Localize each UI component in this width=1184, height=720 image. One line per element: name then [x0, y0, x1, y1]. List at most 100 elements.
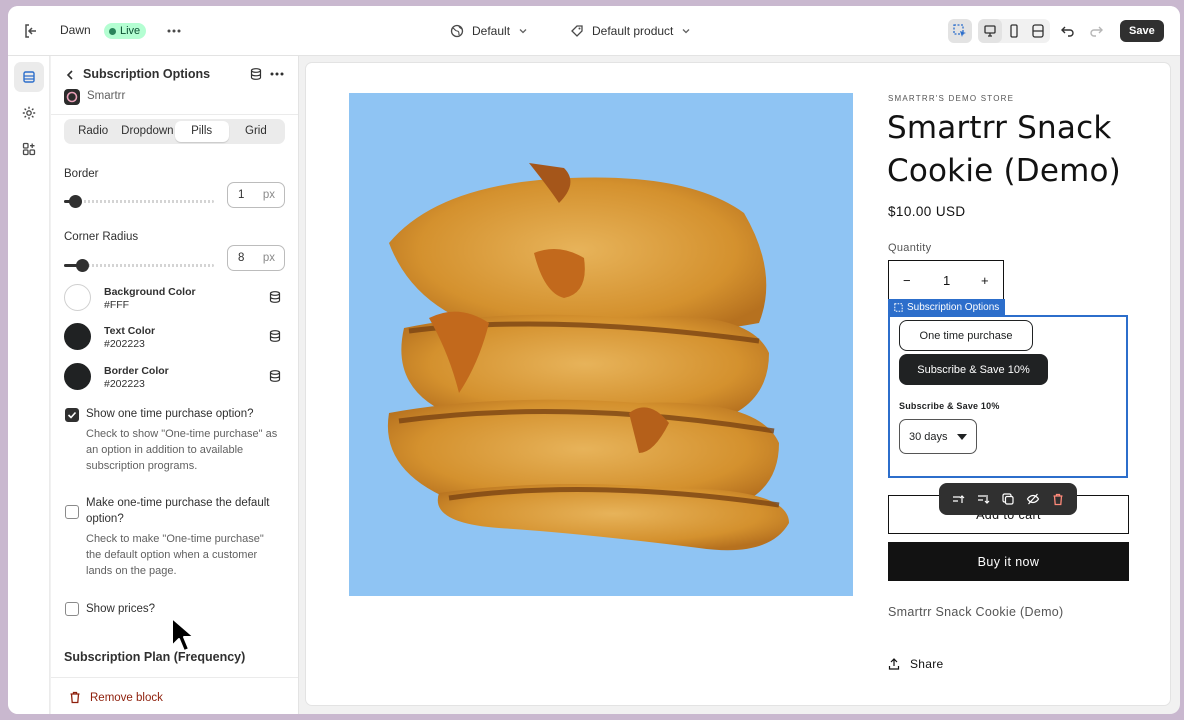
smartrr-app-icon — [64, 89, 80, 105]
quantity-label: Quantity — [888, 242, 932, 254]
tab-grid[interactable]: Grid — [229, 121, 283, 142]
tab-dropdown[interactable]: Dropdown — [120, 121, 174, 142]
quantity-stepper[interactable]: − 1 + — [888, 260, 1004, 300]
quantity-value[interactable]: 1 — [943, 273, 950, 288]
color-label: Text Color — [104, 325, 156, 337]
database-icon[interactable] — [268, 290, 282, 304]
color-label: Background Color — [104, 286, 196, 298]
product-image[interactable] — [349, 93, 853, 596]
divider — [51, 114, 298, 115]
border-color-setting[interactable]: Border Color #202223 — [64, 363, 286, 393]
product-price: $10.00 USD — [888, 204, 966, 219]
save-button[interactable]: Save — [1120, 20, 1164, 42]
database-icon[interactable] — [268, 329, 282, 343]
theme-editor-window: Dawn Live Default Default product Save S… — [8, 6, 1180, 714]
gear-icon[interactable] — [14, 98, 44, 128]
live-badge: Live — [104, 23, 147, 39]
show-one-time-checkbox[interactable] — [65, 408, 79, 422]
store-name: SMARTRR'S DEMO STORE — [888, 94, 1015, 103]
move-up-icon[interactable] — [950, 491, 966, 507]
undo-icon[interactable] — [1058, 21, 1078, 41]
panel-title: Subscription Options — [83, 67, 211, 81]
more-options-icon[interactable] — [164, 21, 184, 41]
buy-it-now-button[interactable]: Buy it now — [888, 542, 1129, 581]
chevron-down-icon — [682, 29, 690, 34]
tab-pills[interactable]: Pills — [174, 121, 229, 142]
color-value: #FFF — [104, 299, 130, 311]
slider-handle[interactable] — [68, 195, 82, 208]
plan-heading: Subscribe & Save 10% — [899, 401, 1000, 411]
mobile-view-icon[interactable] — [1002, 19, 1026, 43]
trash-icon — [70, 691, 80, 704]
unit-label: px — [262, 189, 275, 201]
block-floating-toolbar — [939, 483, 1077, 515]
move-down-icon[interactable] — [975, 491, 991, 507]
globe-icon — [450, 24, 464, 38]
tab-radio[interactable]: Radio — [66, 121, 120, 142]
selection-icon — [894, 302, 903, 312]
section-heading: Subscription Plan (Frequency) — [64, 650, 246, 664]
checkbox-help-text: Check to show "One-time purchase" as an … — [86, 428, 278, 472]
mouse-cursor-icon — [170, 616, 196, 654]
slider-handle[interactable] — [76, 259, 89, 272]
sections-icon[interactable] — [14, 62, 44, 92]
trash-icon[interactable] — [1050, 491, 1066, 507]
inspector-select-icon[interactable] — [948, 19, 972, 43]
frequency-select[interactable]: 30 days — [899, 419, 977, 454]
live-badge-label: Live — [120, 25, 141, 37]
share-button[interactable]: Share — [888, 657, 944, 671]
template-selector[interactable]: Default — [450, 21, 528, 41]
corner-radius-input[interactable]: 8 px — [227, 245, 285, 271]
more-options-icon[interactable] — [269, 67, 285, 81]
corner-radius-value: 8 — [238, 252, 245, 264]
background-color-setting[interactable]: Background Color #FFF — [64, 284, 286, 314]
show-prices-checkbox[interactable] — [65, 602, 79, 616]
one-time-purchase-pill[interactable]: One time purchase — [899, 320, 1033, 351]
corner-radius-slider[interactable] — [64, 259, 214, 272]
checkmark-icon — [67, 411, 77, 419]
color-swatch[interactable] — [64, 323, 91, 350]
checkbox-help-text: Check to make "One-time purchase" the de… — [86, 533, 264, 577]
tag-icon — [571, 25, 583, 37]
fullscreen-view-icon[interactable] — [1026, 19, 1050, 43]
share-label: Share — [910, 657, 944, 671]
redo-icon[interactable] — [1086, 21, 1106, 41]
product-selector-label: Default product — [592, 24, 674, 38]
color-swatch[interactable] — [64, 363, 91, 390]
device-preview-group — [978, 19, 1050, 43]
color-swatch[interactable] — [64, 284, 91, 311]
hide-icon[interactable] — [1025, 491, 1041, 507]
checkbox-label[interactable]: Show one time purchase option? — [86, 406, 282, 422]
border-slider[interactable] — [64, 195, 214, 208]
sidebar-rail — [8, 56, 50, 714]
database-icon[interactable] — [268, 369, 282, 383]
decrease-quantity-button[interactable]: − — [903, 273, 911, 288]
exit-icon[interactable] — [22, 22, 40, 40]
default-one-time-checkbox[interactable] — [65, 505, 79, 519]
text-color-setting[interactable]: Text Color #202223 — [64, 323, 286, 353]
border-width-value: 1 — [238, 189, 245, 201]
block-tag-label: Subscription Options — [907, 301, 1000, 313]
subscription-options-block[interactable]: One time purchase Subscribe & Save 10% S… — [888, 315, 1128, 478]
desktop-view-icon[interactable] — [978, 19, 1002, 43]
increase-quantity-button[interactable]: + — [981, 273, 989, 288]
border-label: Border — [64, 168, 99, 180]
view-controls — [948, 19, 1050, 43]
database-icon[interactable] — [249, 67, 263, 81]
corner-radius-label: Corner Radius — [64, 231, 139, 243]
apps-icon[interactable] — [14, 134, 44, 164]
back-arrow-icon[interactable] — [63, 68, 77, 82]
block-selection-tag[interactable]: Subscription Options — [888, 299, 1006, 315]
theme-name: Dawn — [60, 23, 91, 37]
border-width-input[interactable]: 1 px — [227, 182, 285, 208]
checkbox-label[interactable]: Show prices? — [86, 601, 282, 617]
product-description: Smartrr Snack Cookie (Demo) — [888, 605, 1064, 619]
top-bar: Dawn Live Default Default product Save — [8, 6, 1180, 56]
checkbox-label[interactable]: Make one-time purchase the default optio… — [86, 495, 282, 527]
color-value: #202223 — [104, 338, 145, 350]
layout-segmented-control: Radio Dropdown Pills Grid — [64, 119, 285, 144]
duplicate-icon[interactable] — [1000, 491, 1016, 507]
product-selector[interactable]: Default product — [570, 21, 691, 41]
remove-block-button[interactable]: Remove block — [69, 691, 163, 704]
subscribe-save-pill[interactable]: Subscribe & Save 10% — [899, 354, 1048, 385]
